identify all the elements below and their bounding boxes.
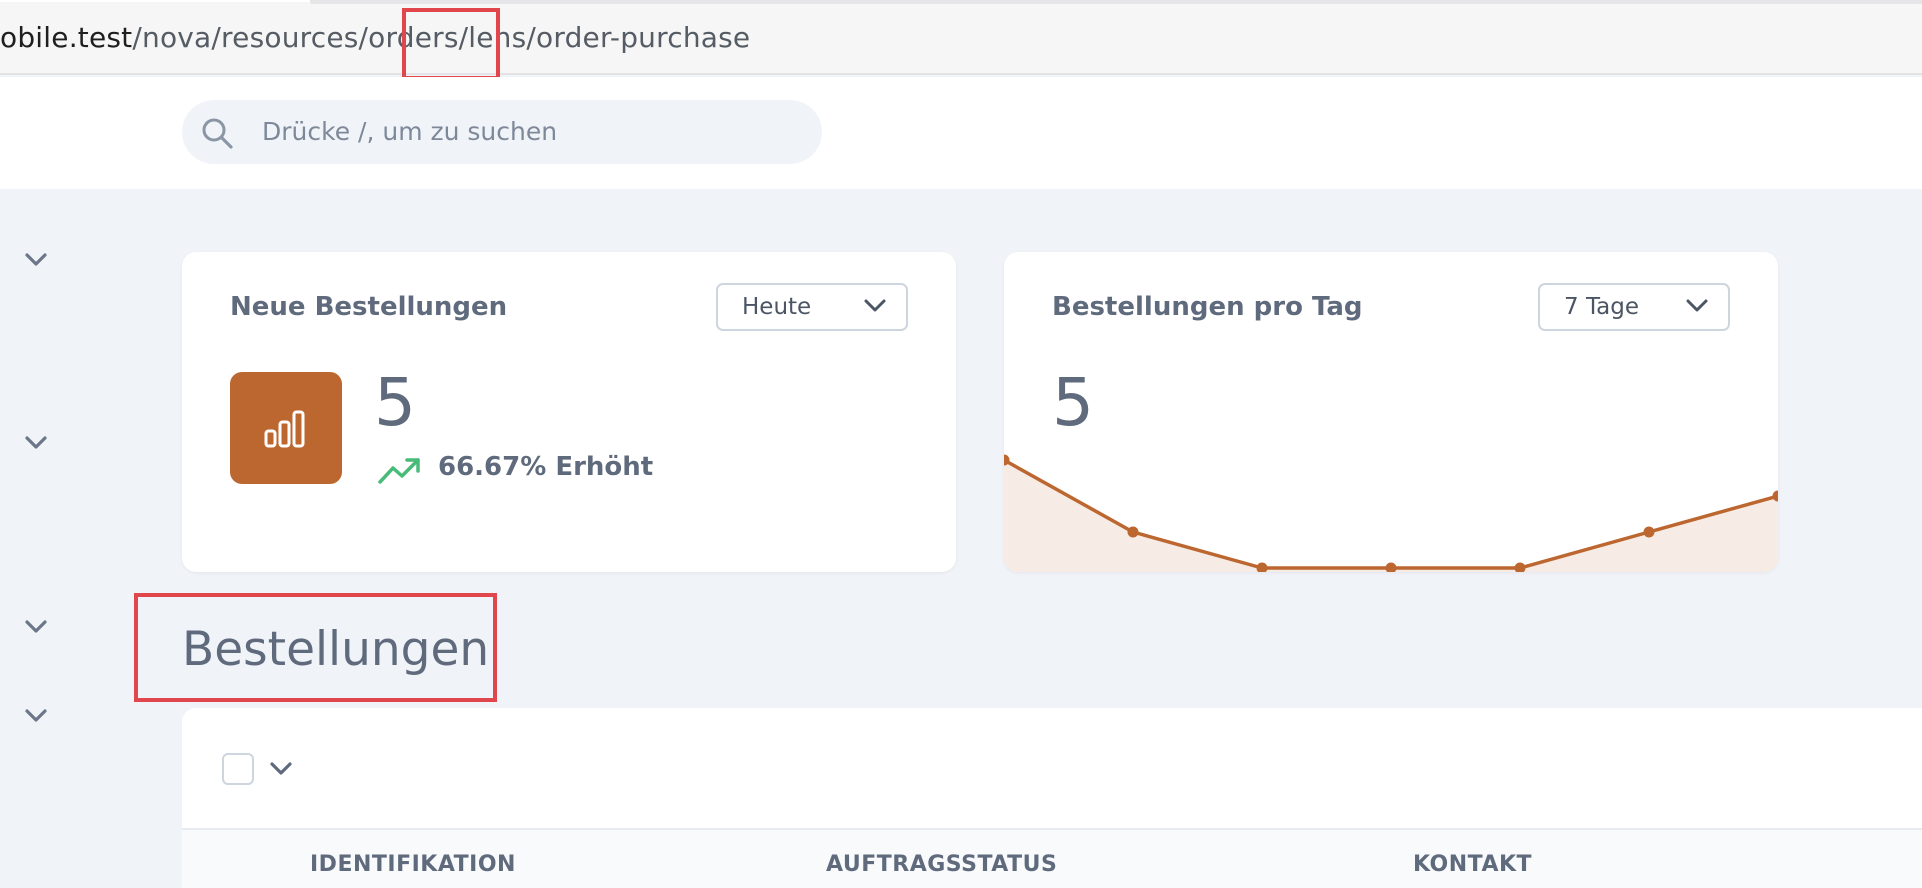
range-select[interactable]: Heute — [716, 283, 908, 331]
table-header: IDENTIFIKATION AUFTRAGSSTATUS KONTAKT — [182, 828, 1922, 888]
browser-address-bar[interactable]: obile.test/nova/resources/orders/lens/or… — [0, 0, 1922, 75]
bar-chart-icon-tile — [230, 372, 342, 484]
sparkline-area — [1004, 460, 1778, 572]
metric-title: Bestellungen pro Tag — [1052, 292, 1363, 322]
chevron-down-icon[interactable] — [270, 762, 292, 776]
range-select-value: Heute — [742, 294, 812, 320]
metric-title: Neue Bestellungen — [230, 292, 508, 322]
url-host: obile.test — [0, 21, 133, 54]
range-select[interactable]: 7 Tage — [1538, 283, 1730, 331]
app-header: Drücke /, um zu suchen — [0, 77, 1922, 189]
chevron-down-icon[interactable] — [24, 435, 48, 451]
chevron-down-icon — [864, 299, 886, 312]
chevron-down-icon — [1686, 299, 1708, 312]
select-all-checkbox[interactable] — [222, 753, 254, 785]
metric-change: 66.67% Erhöht — [438, 452, 654, 482]
highlight-box-url — [402, 8, 500, 80]
column-header-identifikation[interactable]: IDENTIFIKATION — [310, 852, 516, 877]
chevron-down-icon[interactable] — [24, 708, 48, 724]
sparkline-chart — [1004, 454, 1778, 572]
metric-value: 5 — [1052, 364, 1094, 441]
tab-strip-edge — [0, 0, 310, 2]
bar-chart-icon — [264, 410, 305, 448]
column-header-kontakt[interactable]: KONTAKT — [1413, 852, 1532, 877]
search-icon — [202, 118, 233, 149]
range-select-value: 7 Tage — [1564, 294, 1640, 320]
tab-strip-line — [310, 0, 1922, 4]
sparkline-point — [1514, 562, 1526, 572]
trending-up-icon — [378, 458, 420, 484]
highlight-box-title — [134, 593, 497, 702]
url-text[interactable]: obile.test/nova/resources/orders/lens/or… — [0, 18, 750, 58]
search-placeholder: Drücke /, um zu suchen — [262, 117, 558, 146]
chevron-down-icon[interactable] — [24, 252, 48, 268]
global-search[interactable]: Drücke /, um zu suchen — [182, 100, 822, 164]
sparkline-point — [1256, 562, 1268, 572]
metric-card-new-orders: Neue Bestellungen Heute 5 66.67% Erhöht — [182, 252, 956, 572]
chevron-down-icon[interactable] — [24, 619, 48, 635]
column-header-auftragsstatus[interactable]: AUFTRAGSSTATUS — [826, 852, 1057, 877]
sparkline-point — [1385, 562, 1397, 572]
sparkline-point — [1643, 526, 1655, 538]
sparkline-point — [1127, 526, 1139, 538]
orders-table: IDENTIFIKATION AUFTRAGSSTATUS KONTAKT — [182, 708, 1922, 888]
metric-value: 5 — [374, 364, 416, 441]
metric-card-orders-per-day: Bestellungen pro Tag 7 Tage 5 — [1004, 252, 1778, 572]
